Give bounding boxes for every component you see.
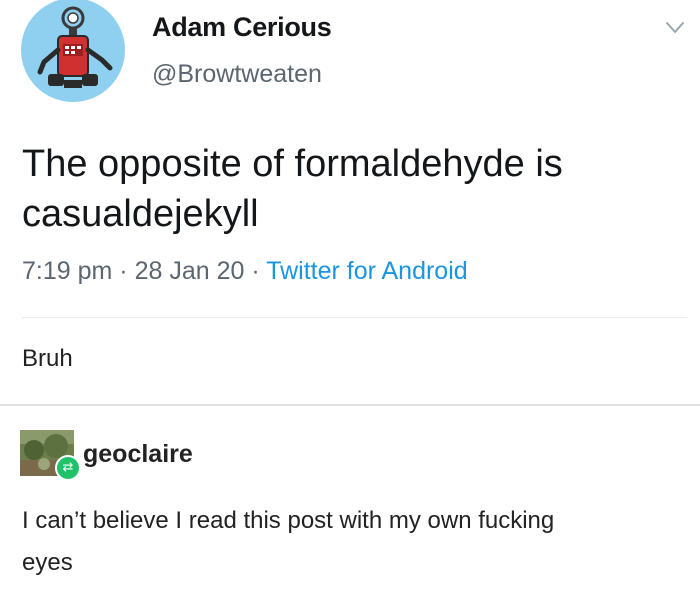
tweet-card: Adam Cerious @Browtweaten The opposite o…	[0, 0, 700, 320]
reblog-icon: ⇄	[55, 455, 81, 481]
divider	[0, 404, 700, 406]
tweet-date[interactable]: 28 Jan 20	[135, 257, 245, 285]
meta-separator: ·	[119, 257, 128, 285]
divider	[22, 317, 687, 318]
reply-username[interactable]: geoclaire	[83, 440, 193, 469]
author-name[interactable]: Adam Cerious	[152, 12, 332, 43]
reblog-caption: Bruh	[22, 345, 73, 372]
robot-avatar-icon[interactable]	[18, 0, 128, 105]
reply-text: I can’t believe I read this post with my…	[22, 500, 682, 584]
reply-text-line: I can’t believe I read this post with my…	[22, 507, 555, 534]
tweet-meta: 7:19 pm · 28 Jan 20 · Twitter for Androi…	[22, 257, 468, 286]
chevron-down-icon[interactable]	[665, 21, 685, 35]
meta-separator: ·	[251, 257, 260, 285]
tweet-text-line: casualdejekyll	[22, 193, 259, 235]
tweet-text: The opposite of formaldehyde is casualde…	[22, 139, 682, 239]
tweet-source-link[interactable]: Twitter for Android	[266, 257, 467, 285]
author-handle[interactable]: @Browtweaten	[152, 60, 322, 89]
reply-text-line: eyes	[22, 549, 73, 576]
tweet-text-line: The opposite of formaldehyde is	[22, 143, 563, 185]
tweet-time[interactable]: 7:19 pm	[22, 257, 112, 285]
